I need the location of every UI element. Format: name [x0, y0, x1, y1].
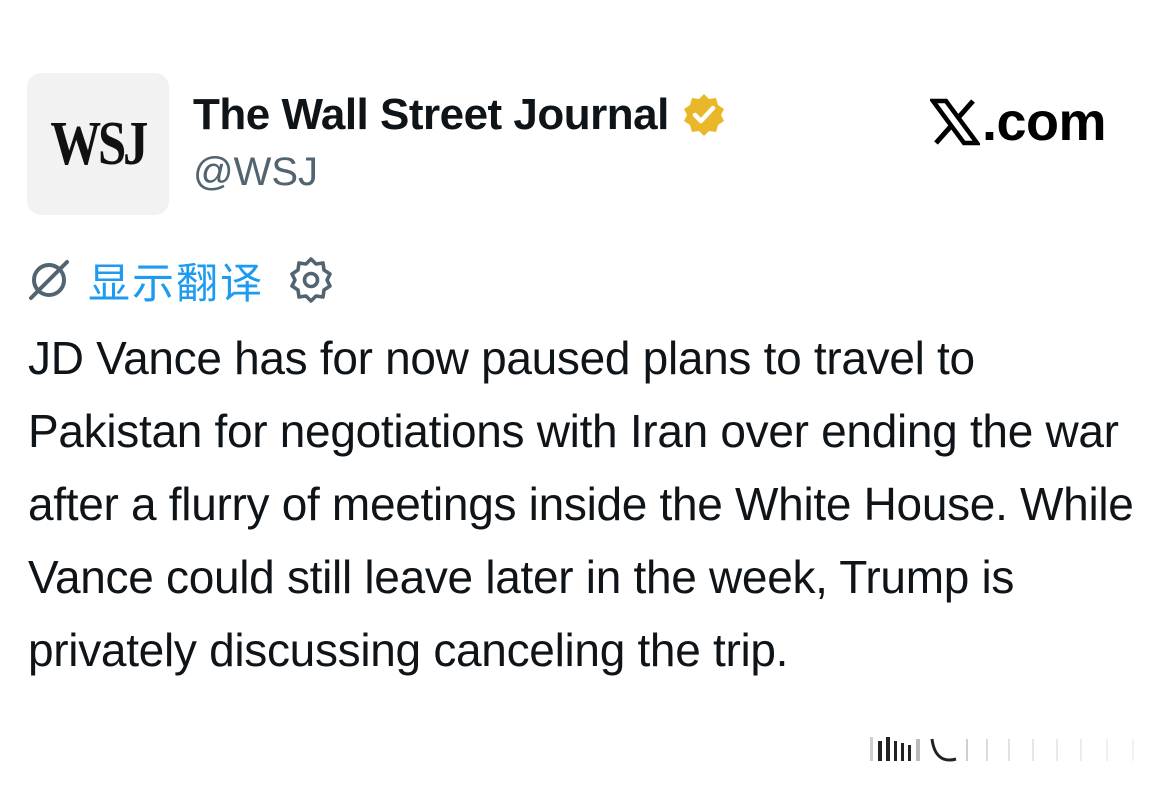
tweet-text: JD Vance has for now paused plans to tra…	[28, 332, 1134, 676]
avatar[interactable]: WSJ	[27, 73, 169, 215]
verified-badge-icon	[683, 94, 724, 136]
x-brand: .com	[930, 90, 1107, 154]
x-domain-text: .com	[982, 92, 1107, 152]
avatar-logo-text: WSJ	[50, 109, 149, 178]
account-handle[interactable]: @WSJ	[193, 150, 318, 195]
watermark-icon	[870, 737, 1134, 762]
show-translation-row[interactable]: 显示翻译	[26, 252, 336, 308]
account-name-row: The Wall Street Journal	[193, 88, 727, 142]
display-name[interactable]: The Wall Street Journal	[193, 90, 669, 140]
translate-icon	[29, 260, 69, 300]
show-translation-link[interactable]: 显示翻译	[88, 250, 264, 311]
x-logo-icon	[930, 98, 980, 146]
gear-icon[interactable]	[286, 255, 336, 305]
